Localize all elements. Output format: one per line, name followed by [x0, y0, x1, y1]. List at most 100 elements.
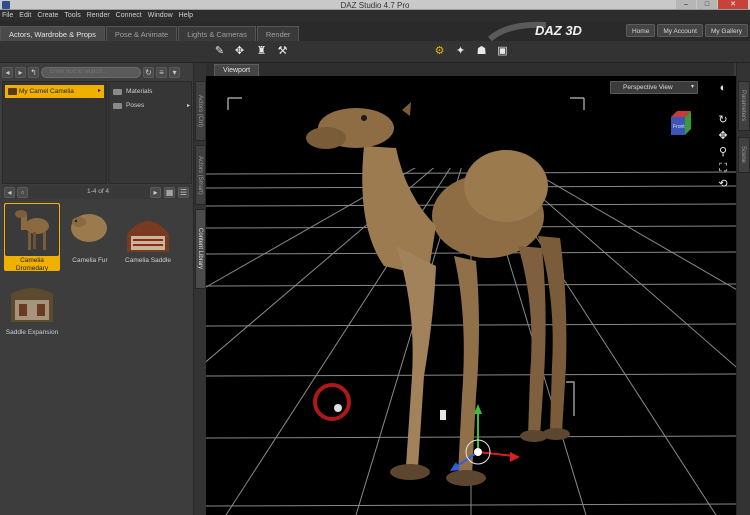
side-tab-parameters[interactable]: Parameters: [738, 81, 750, 131]
menu-file[interactable]: File: [2, 10, 13, 21]
content-item-camelia-saddle[interactable]: Camelia Saddle: [120, 203, 176, 271]
tab-lights-cameras[interactable]: Lights & Cameras: [178, 26, 256, 41]
forward-icon[interactable]: ▸: [15, 66, 26, 78]
subfolder-list: Materials Poses ▸: [108, 81, 192, 184]
content-item-label: Camelia Dromedary: [15, 257, 49, 272]
rotation-ring-icon[interactable]: [313, 383, 351, 421]
menu-window[interactable]: Window: [148, 10, 173, 21]
home-button[interactable]: Home: [625, 24, 656, 37]
daz3d-logo: DAZ 3D: [535, 23, 582, 38]
pan-icon[interactable]: ✥: [716, 129, 730, 143]
reset-view-icon[interactable]: ⟲: [716, 177, 730, 191]
content-item-saddle-expansion[interactable]: Saddle Expansion: [4, 275, 60, 343]
maximize-button[interactable]: □: [697, 0, 717, 9]
side-tab-actors-ctrl[interactable]: Actors (Ctrl): [195, 81, 206, 141]
content-item-label: Camelia Saddle: [125, 257, 171, 264]
zoom-icon[interactable]: ⚲: [716, 145, 730, 159]
viewport-3d[interactable]: Perspective View ▾ Front ◐ ↻ ✥ ⚲ ⛶ ⟲: [206, 76, 736, 515]
close-button[interactable]: ✕: [718, 0, 748, 9]
content-item-camelia-dromedary[interactable]: Camelia Dromedary: [4, 203, 60, 272]
folder-icon: [8, 88, 17, 95]
window-title: DAZ Studio 4.7 Pro: [340, 1, 410, 10]
tab-viewport[interactable]: Viewport: [214, 64, 260, 76]
list-view-icon[interactable]: ☰: [178, 187, 189, 198]
pagination-bar: ◂ ▫ 1-4 of 4 ▸ ▦ ☰: [2, 185, 192, 199]
saddle-thumbnail-icon: [121, 204, 175, 256]
folder-my-camel-camelia[interactable]: My Camel Camelia ▸: [5, 85, 104, 98]
viewport-nav-icons: ◐ ↻ ✥ ⚲ ⛶ ⟲: [716, 81, 732, 193]
render-icon[interactable]: ☗: [474, 44, 489, 59]
side-tab-actors-smart[interactable]: Actors (Smart): [195, 145, 206, 205]
up-folder-icon[interactable]: ↰: [28, 66, 39, 78]
figure-pin-icon: [440, 410, 446, 420]
chevron-right-icon: ▸: [186, 103, 190, 109]
refresh-icon[interactable]: ↻: [143, 66, 154, 78]
render-library-icon[interactable]: ▣: [495, 44, 510, 59]
side-tab-content-library[interactable]: Content Library: [195, 209, 206, 289]
subfolder-label: Materials: [126, 88, 153, 95]
content-library-panel: ◂ ▸ ↰ ↻ ≡ ▾ My Camel Camelia ▸ Materials…: [0, 63, 204, 515]
app-window: DAZ Studio 4.7 Pro – □ ✕ File Edit Creat…: [0, 0, 750, 515]
room-tabs: Actors, Wardrobe & Props Pose & Animate …: [0, 26, 300, 41]
camera-label: Perspective View: [623, 84, 673, 91]
header-bar: Actors, Wardrobe & Props Pose & Animate …: [0, 21, 750, 41]
folder-label: My Camel Camelia: [19, 88, 74, 95]
draw-style-icon[interactable]: ◐: [716, 81, 730, 95]
tab-actors-wardrobe-props[interactable]: Actors, Wardrobe & Props: [0, 26, 105, 41]
folder-icon: [113, 89, 122, 95]
render-settings-icon[interactable]: ⚙: [432, 44, 447, 59]
viewport-tab-bar: Viewport: [206, 63, 734, 76]
page-count: 1-4 of 4: [87, 188, 110, 195]
database-icon[interactable]: ≡: [156, 66, 167, 78]
view-cube-face-label: Front: [673, 124, 685, 130]
view-cube[interactable]: Front: [667, 109, 695, 139]
prev-page-icon[interactable]: ◂: [4, 186, 15, 198]
subfolder-materials[interactable]: Materials: [112, 86, 190, 98]
menu-create[interactable]: Create: [37, 10, 58, 21]
minimize-button[interactable]: –: [676, 0, 696, 9]
my-gallery-button[interactable]: My Gallery: [704, 24, 748, 37]
universal-tool-icon[interactable]: ✥: [232, 44, 247, 59]
node-selection-tool-icon[interactable]: ✎: [212, 44, 227, 59]
tab-render[interactable]: Render: [256, 26, 300, 41]
panel-menu-icon[interactable]: ▾: [169, 66, 180, 78]
library-toolbar: ◂ ▸ ↰ ↻ ≡ ▾: [2, 65, 192, 79]
menu-edit[interactable]: Edit: [19, 10, 31, 21]
grid-view-icon[interactable]: ▦: [164, 187, 175, 198]
spot-render-icon[interactable]: ✦: [453, 44, 468, 59]
tab-pose-animate[interactable]: Pose & Animate: [105, 26, 178, 41]
next-page-icon[interactable]: ▸: [150, 187, 161, 198]
window-controls: – □ ✕: [676, 0, 748, 10]
right-side-tabs: Parameters Scene: [736, 63, 750, 515]
my-account-button[interactable]: My Account: [657, 24, 703, 37]
saddle-expansion-thumbnail-icon: [5, 276, 59, 328]
menu-bar: File Edit Create Tools Render Connect Wi…: [0, 10, 750, 21]
page-dropdown-icon[interactable]: ▫: [17, 186, 28, 198]
content-item-label: Camelia Fur: [72, 257, 108, 264]
camel-thumbnail-icon: [5, 204, 59, 256]
camera-select[interactable]: Perspective View ▾: [610, 81, 698, 94]
joint-editor-icon[interactable]: ⚒: [275, 44, 290, 59]
chevron-right-icon: ▸: [97, 88, 101, 94]
search-input[interactable]: [41, 66, 141, 78]
subfolder-label: Poses: [126, 102, 145, 109]
content-item-label: Saddle Expansion: [5, 329, 59, 336]
menu-tools[interactable]: Tools: [64, 10, 80, 21]
menu-render[interactable]: Render: [87, 10, 110, 21]
content-item-camelia-fur[interactable]: Camelia Fur: [62, 203, 118, 271]
content-grid: Camelia Dromedary Camelia Fur Camelia Sa…: [2, 203, 192, 343]
menu-help[interactable]: Help: [179, 10, 193, 21]
account-buttons: Home My Account My Gallery: [625, 24, 748, 37]
chevron-down-icon: ▾: [690, 84, 694, 90]
subfolder-poses[interactable]: Poses ▸: [112, 100, 190, 112]
side-tab-scene[interactable]: Scene: [738, 137, 750, 173]
back-icon[interactable]: ◂: [2, 66, 13, 78]
folder-tree: My Camel Camelia ▸: [2, 81, 107, 184]
orbit-icon[interactable]: ↻: [716, 113, 730, 127]
menu-connect[interactable]: Connect: [116, 10, 142, 21]
title-bar: DAZ Studio 4.7 Pro – □ ✕: [0, 0, 750, 10]
viewport-scene: [206, 76, 736, 515]
frame-icon[interactable]: ⛶: [716, 161, 730, 175]
active-pose-tool-icon[interactable]: ♜: [254, 44, 269, 59]
left-side-tabs: Actors (Ctrl) Actors (Smart) Content Lib…: [193, 63, 206, 515]
